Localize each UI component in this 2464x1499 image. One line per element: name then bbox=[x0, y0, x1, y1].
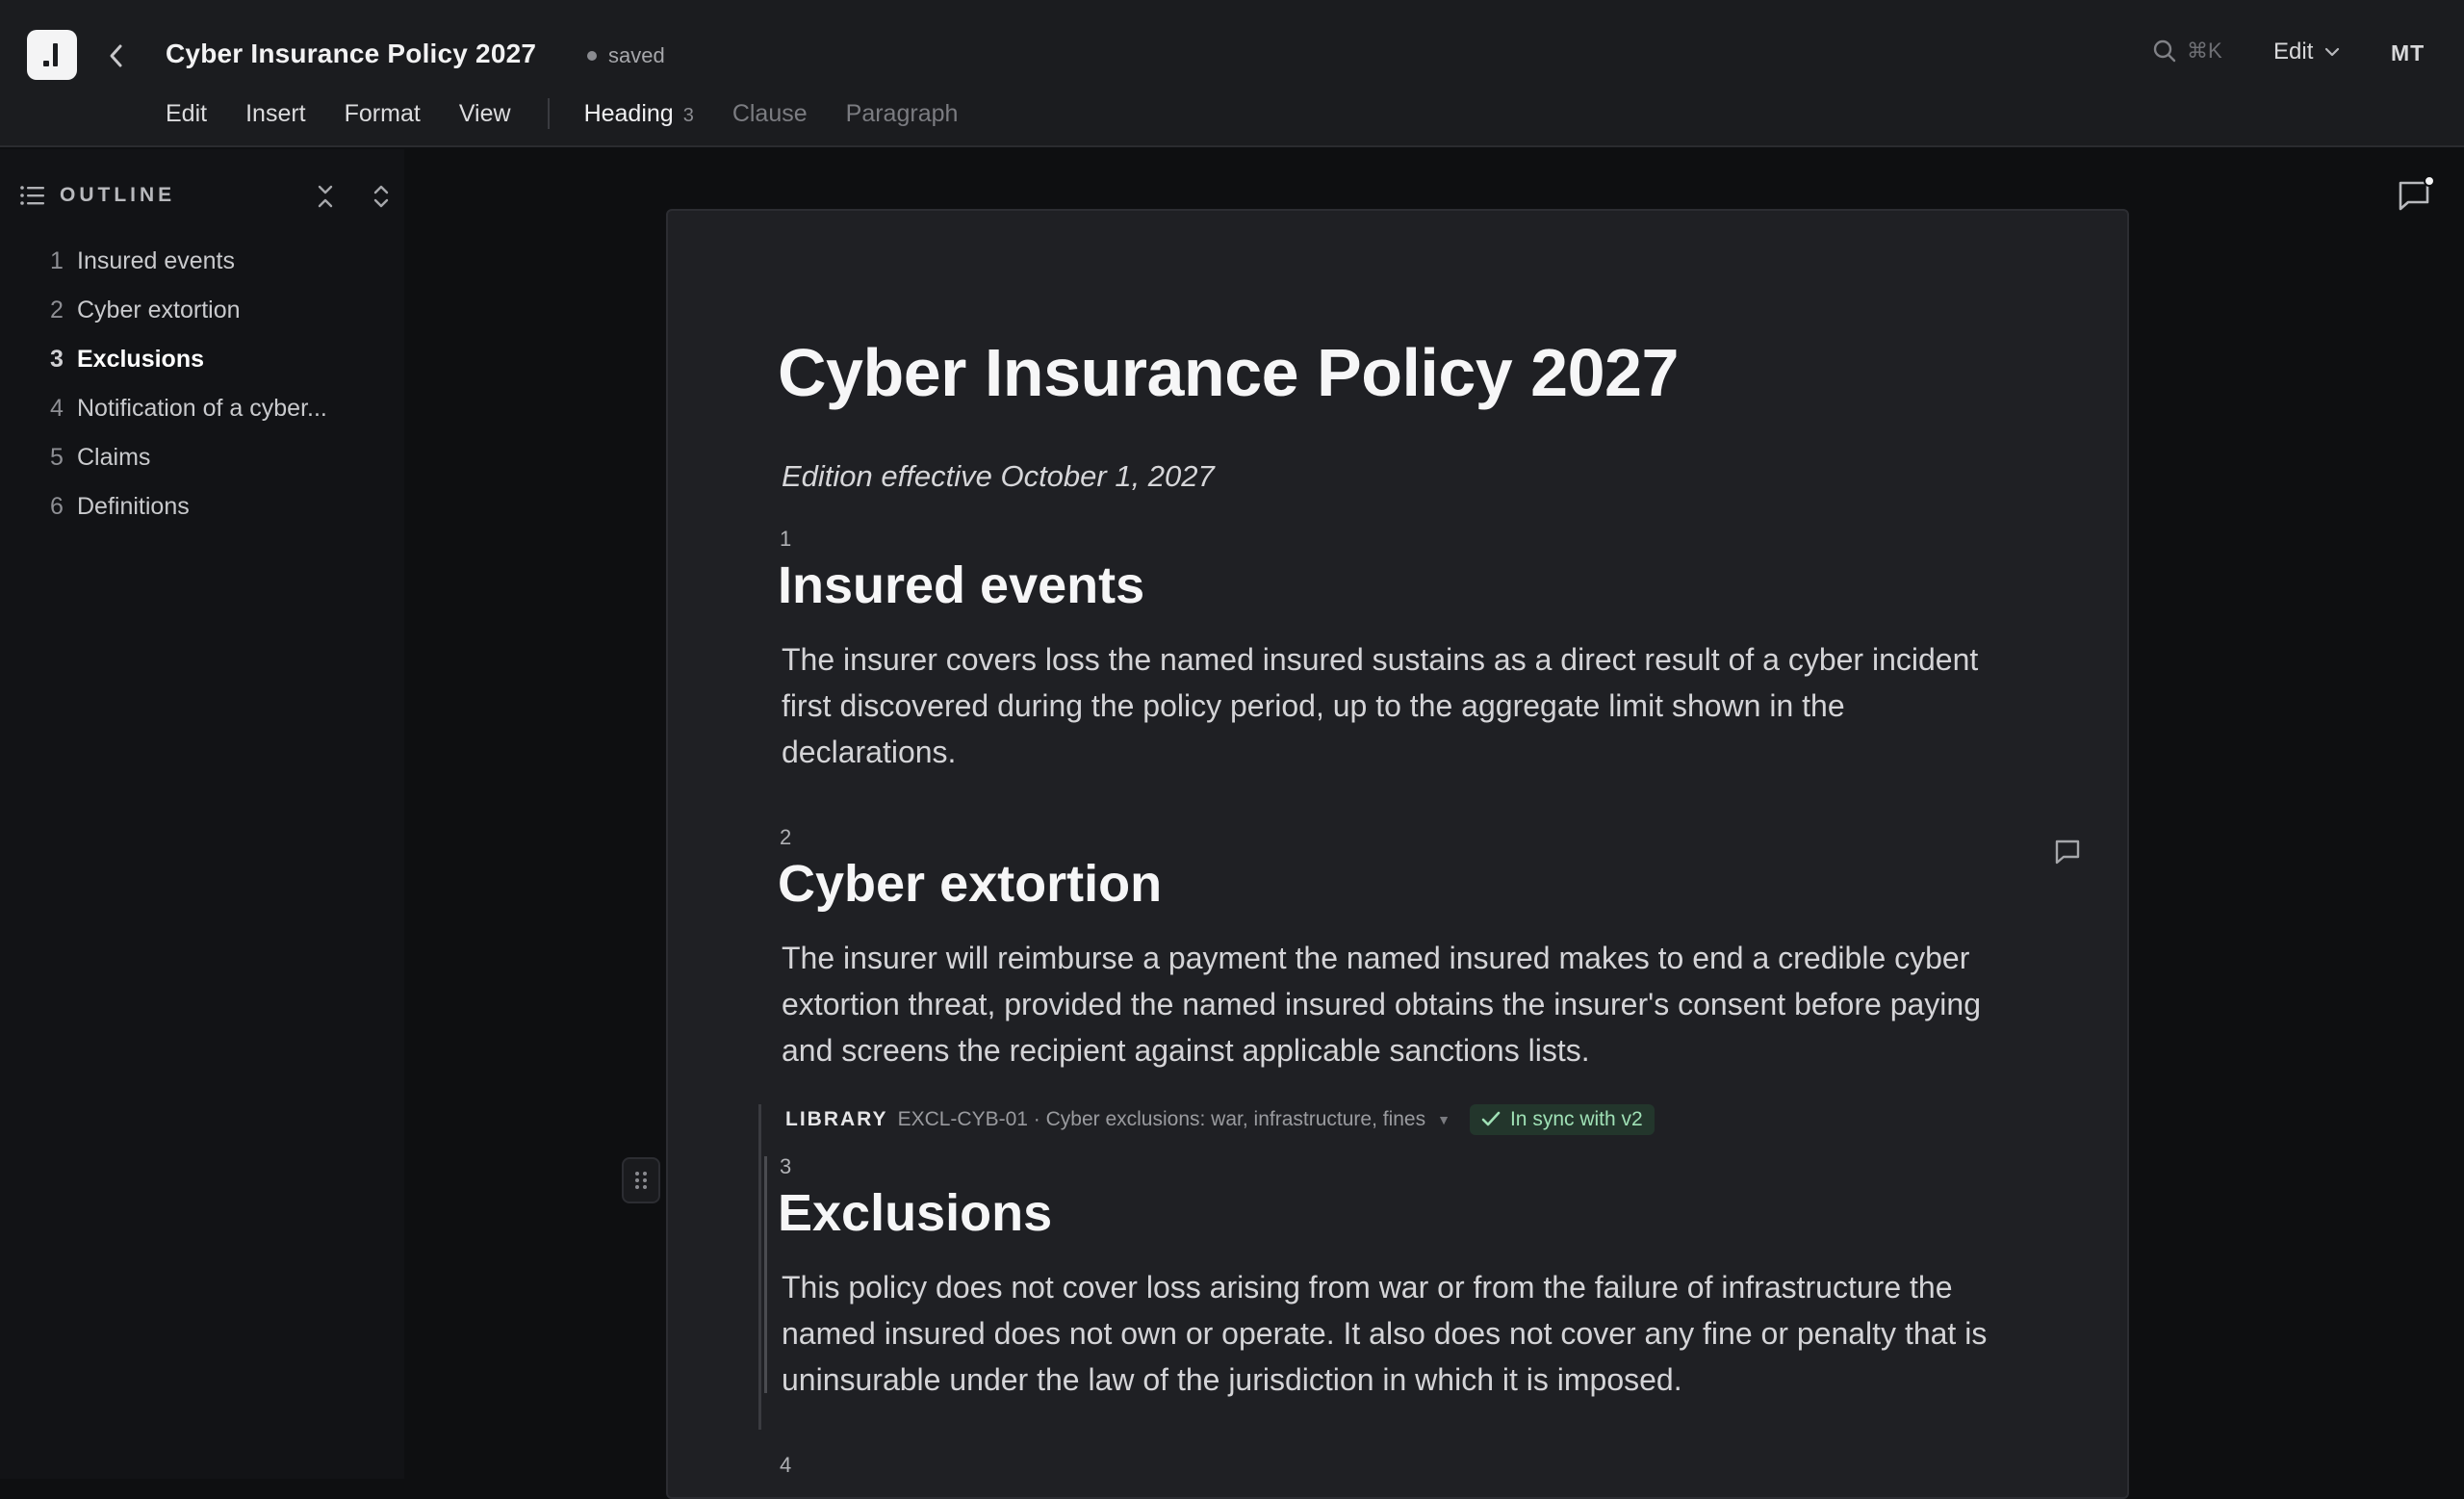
notification-dot bbox=[2424, 175, 2435, 187]
back-button[interactable] bbox=[100, 37, 131, 75]
document-heading[interactable]: Cyber Insurance Policy 2027 bbox=[778, 334, 1679, 411]
mode-dropdown[interactable]: Edit bbox=[2273, 39, 2340, 65]
outline-item-label: Definitions bbox=[77, 493, 190, 520]
search-shortcut: ⌘K bbox=[2187, 39, 2222, 63]
outline-item-label: Cyber extortion bbox=[77, 297, 241, 323]
menu-format[interactable]: Format bbox=[345, 100, 421, 128]
search-icon bbox=[2153, 39, 2176, 63]
outline-item[interactable]: 6 Definitions bbox=[50, 493, 327, 542]
section-number: 3 bbox=[780, 1154, 792, 1178]
section-body[interactable]: The insurer covers loss the named insure… bbox=[782, 636, 2004, 775]
edition-subtitle[interactable]: Edition effective October 1, 2027 bbox=[782, 459, 1215, 494]
outline-item-number: 6 bbox=[50, 493, 64, 520]
collapse-all-button[interactable] bbox=[312, 180, 339, 213]
expand-icon bbox=[373, 185, 389, 208]
menu-bar: Edit Insert Format View Heading 3 Clause … bbox=[166, 96, 996, 131]
outline-item[interactable]: 1 Insured events bbox=[50, 247, 327, 297]
style-paragraph[interactable]: Paragraph bbox=[846, 100, 959, 128]
outline-header: OUTLINE bbox=[19, 184, 175, 207]
section-title[interactable]: Cyber extortion bbox=[778, 854, 1162, 914]
outline-sidebar: OUTLINE 1 Insured events 2 Cyber extortion… bbox=[0, 149, 404, 1479]
document-title[interactable]: Cyber Insurance Policy 2027 bbox=[166, 39, 536, 69]
drag-handle-icon bbox=[635, 1172, 647, 1189]
save-status-label: saved bbox=[608, 43, 665, 67]
style-clause[interactable]: Clause bbox=[732, 100, 808, 128]
block-drag-handle[interactable] bbox=[622, 1157, 660, 1203]
outline-item-label: Exclusions bbox=[77, 346, 204, 373]
outline-item-label: Notification of a cyber... bbox=[77, 395, 327, 422]
library-reference: EXCL-CYB-01 · Cyber exclusions: war, inf… bbox=[897, 1108, 1426, 1130]
outline-item-number: 3 bbox=[50, 346, 64, 373]
search-button[interactable]: ⌘K bbox=[2152, 39, 2222, 64]
library-tag: LIBRARY bbox=[785, 1108, 888, 1130]
section-body[interactable]: This policy does not cover loss arising … bbox=[782, 1264, 2004, 1403]
menu-insert[interactable]: Insert bbox=[245, 100, 306, 128]
outline-item-number: 4 bbox=[50, 395, 64, 422]
outline-item-number: 1 bbox=[50, 247, 64, 274]
mode-label: Edit bbox=[2273, 39, 2314, 65]
outline-item[interactable]: 4 Notification of a cyber... bbox=[50, 395, 327, 444]
caret-down-icon[interactable]: ▼ bbox=[1437, 1112, 1450, 1127]
comments-panel-toggle[interactable] bbox=[2395, 175, 2439, 220]
expand-all-button[interactable] bbox=[368, 180, 395, 213]
style-heading-level: 3 bbox=[682, 104, 694, 126]
style-heading[interactable]: Heading 3 bbox=[584, 100, 694, 128]
section-title[interactable]: Insured events bbox=[778, 556, 1144, 615]
avatar[interactable]: MT bbox=[2391, 40, 2425, 66]
chevron-down-icon bbox=[2325, 47, 2340, 57]
menu-edit[interactable]: Edit bbox=[166, 100, 207, 128]
collapse-icon bbox=[318, 185, 333, 208]
list-icon bbox=[20, 186, 44, 205]
add-comment-button[interactable] bbox=[2052, 836, 2087, 870]
app-logo[interactable] bbox=[27, 30, 77, 80]
chevron-left-icon bbox=[110, 44, 122, 67]
outline-item[interactable]: 5 Claims bbox=[50, 444, 327, 493]
outline-item-number: 2 bbox=[50, 297, 64, 323]
menu-divider bbox=[547, 98, 550, 129]
section-number: 2 bbox=[780, 825, 792, 849]
outline-list: 1 Insured events 2 Cyber extortion 3 Exclus… bbox=[50, 247, 327, 542]
status-dot-icon bbox=[587, 51, 597, 61]
section-body[interactable]: The insurer will reimburse a payment the… bbox=[782, 935, 2004, 1073]
outline-item-label: Insured events bbox=[77, 247, 235, 274]
sync-status-badge: In sync with v2 bbox=[1469, 1104, 1655, 1135]
outline-title: OUTLINE bbox=[60, 184, 176, 206]
section-number: 1 bbox=[780, 527, 792, 551]
save-status: saved bbox=[587, 43, 665, 68]
sync-status-label: In sync with v2 bbox=[1509, 1108, 1643, 1130]
comment-icon bbox=[2055, 840, 2080, 865]
section-number: 4 bbox=[780, 1453, 792, 1477]
clause-block-bar bbox=[764, 1156, 767, 1393]
outline-item-number: 5 bbox=[50, 444, 64, 471]
document-page: Cyber Insurance Policy 2027 Edition effe… bbox=[666, 209, 2129, 1499]
section-title[interactable]: Exclusions bbox=[778, 1183, 1052, 1243]
outline-item-active[interactable]: 3 Exclusions bbox=[50, 346, 327, 395]
check-icon bbox=[1481, 1111, 1501, 1126]
outline-item-label: Claims bbox=[77, 444, 151, 471]
style-heading-label: Heading bbox=[583, 99, 674, 127]
menu-view[interactable]: View bbox=[459, 100, 511, 128]
top-bar: Cyber Insurance Policy 2027 saved ⌘K Edi… bbox=[0, 0, 2464, 147]
library-clause-bar[interactable]: LIBRARY EXCL-CYB-01 · Cyber exclusions: … bbox=[785, 1102, 1655, 1137]
library-block-bar bbox=[758, 1104, 761, 1430]
outline-item[interactable]: 2 Cyber extortion bbox=[50, 297, 327, 346]
